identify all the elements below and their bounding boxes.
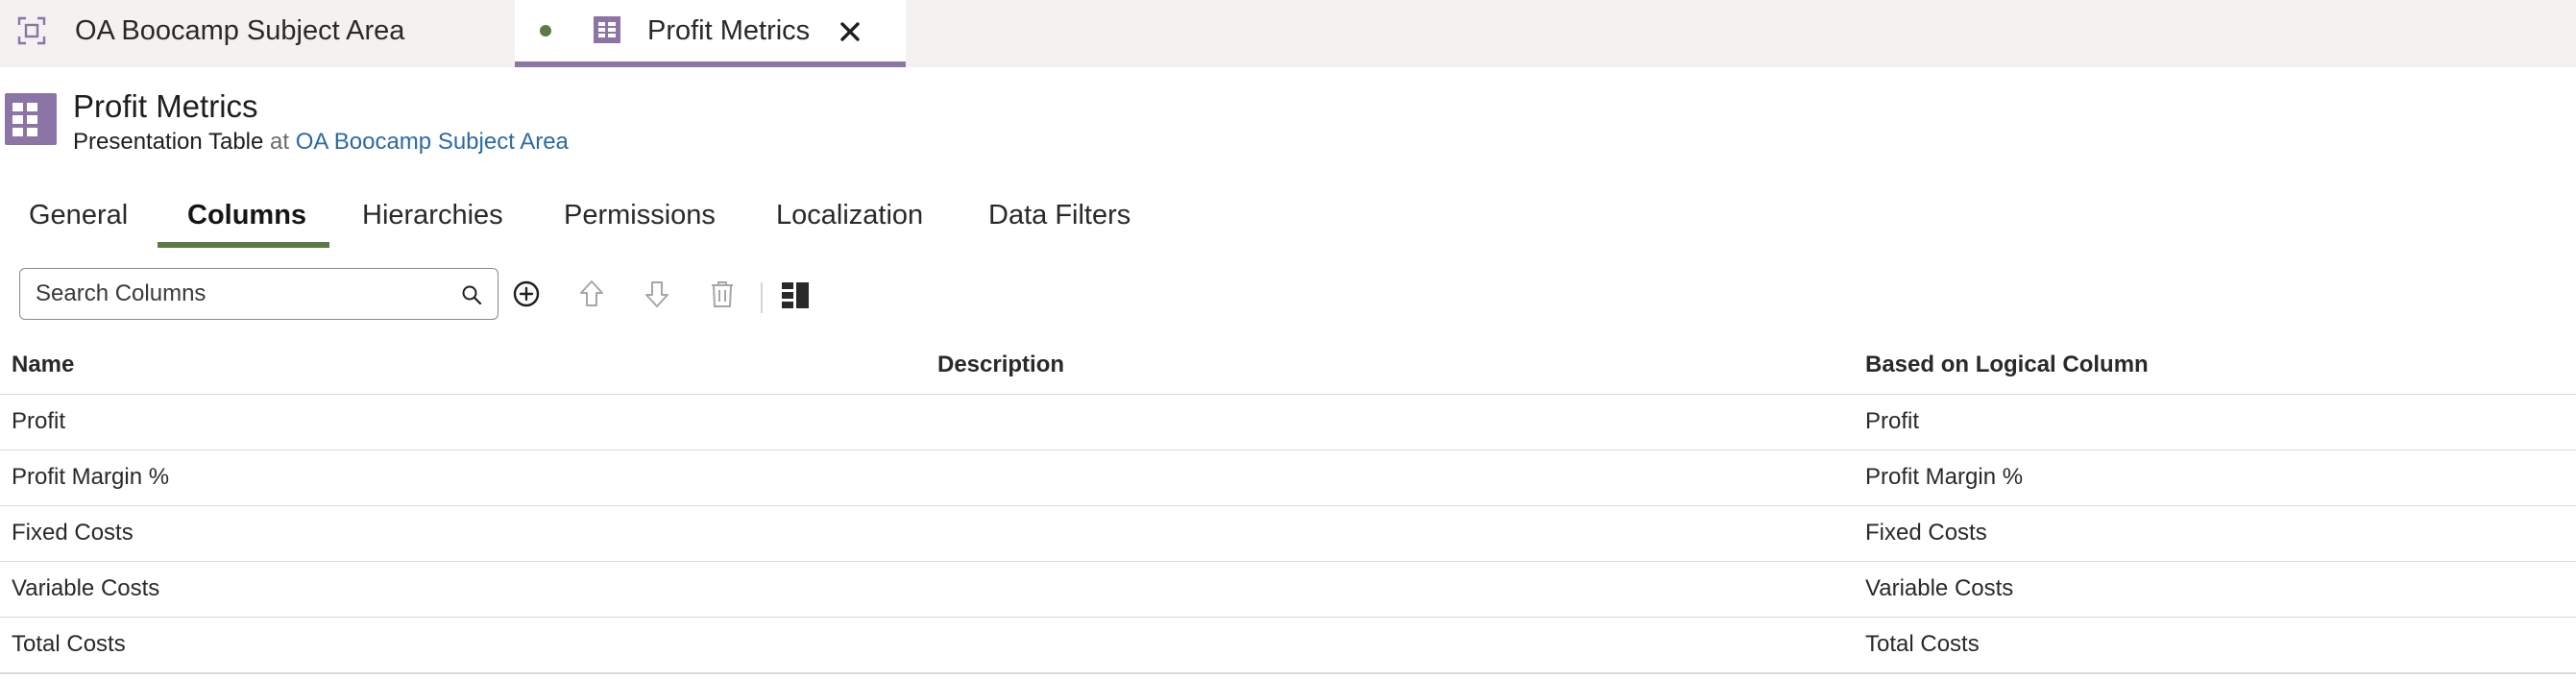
document-tab-strip: OA Boocamp Subject Area Profit Metrics <box>0 0 2576 67</box>
add-icon[interactable] <box>511 279 542 309</box>
search-field[interactable] <box>19 268 498 320</box>
table-row[interactable]: Total Costs Total Costs <box>0 617 2576 672</box>
tab-permissions[interactable]: Permissions <box>564 200 716 231</box>
presentation-table-icon <box>5 93 57 145</box>
object-type-label: Presentation Table <box>73 129 264 155</box>
active-tab-indicator <box>158 242 329 248</box>
search-icon[interactable] <box>460 283 483 306</box>
tab-data-filters[interactable]: Data Filters <box>988 200 1130 231</box>
page-title: Profit Metrics <box>73 88 258 124</box>
tab-columns[interactable]: Columns <box>187 200 306 231</box>
subject-area-link[interactable]: OA Boocamp Subject Area <box>296 129 569 155</box>
cell-name: Fixed Costs <box>12 520 134 546</box>
table-row[interactable]: Fixed Costs Fixed Costs <box>0 505 2576 561</box>
unsaved-indicator-dot <box>540 25 551 36</box>
subject-area-icon <box>17 16 46 45</box>
cell-logical-column: Profit Margin % <box>1865 464 2024 490</box>
cell-name: Total Costs <box>12 631 126 657</box>
presentation-table-icon <box>594 16 620 43</box>
column-layout-icon[interactable] <box>780 279 811 310</box>
tab-label: OA Boocamp Subject Area <box>75 15 405 46</box>
table-row[interactable]: Variable Costs Variable Costs <box>0 561 2576 617</box>
cell-logical-column: Total Costs <box>1865 631 1980 657</box>
tab-hierarchies[interactable]: Hierarchies <box>362 200 503 231</box>
cell-logical-column: Fixed Costs <box>1865 520 1987 546</box>
tab-profit-metrics[interactable]: Profit Metrics <box>515 0 906 67</box>
move-up-icon[interactable] <box>576 279 607 309</box>
move-down-icon[interactable] <box>642 279 672 309</box>
column-header-logical-column[interactable]: Based on Logical Column <box>1865 352 2149 378</box>
close-icon[interactable] <box>836 17 864 46</box>
column-header-description[interactable]: Description <box>937 352 1064 378</box>
toolbar-divider <box>761 282 763 313</box>
page-subtitle: Presentation Table at OA Boocamp Subject… <box>73 129 569 156</box>
table-row[interactable]: Profit Margin % Profit Margin % <box>0 449 2576 505</box>
delete-icon[interactable] <box>707 279 738 309</box>
cell-logical-column: Profit <box>1865 408 1920 434</box>
tab-label: Profit Metrics <box>647 15 811 46</box>
column-header-name[interactable]: Name <box>12 352 74 378</box>
cell-name: Profit <box>12 408 66 434</box>
table-bottom-border <box>0 672 2576 674</box>
tab-subject-area[interactable]: OA Boocamp Subject Area <box>0 0 515 67</box>
search-input[interactable] <box>36 279 449 309</box>
cell-name: Variable Costs <box>12 575 160 601</box>
tab-general[interactable]: General <box>29 200 128 231</box>
table-row[interactable]: Profit Profit <box>0 394 2576 449</box>
at-label: at <box>270 129 290 155</box>
cell-name: Profit Margin % <box>12 464 170 490</box>
tab-localization[interactable]: Localization <box>776 200 923 231</box>
cell-logical-column: Variable Costs <box>1865 575 2014 601</box>
